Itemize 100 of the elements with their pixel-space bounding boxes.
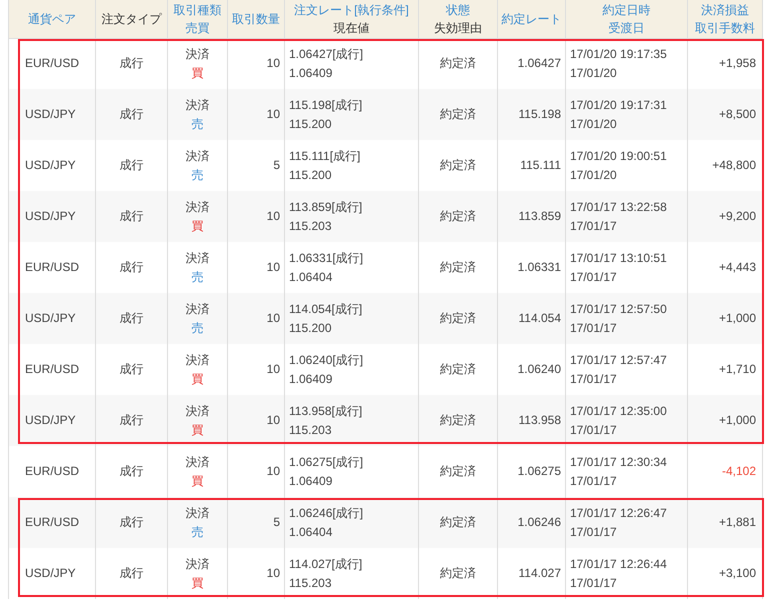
column-header: 注文タイプ xyxy=(102,10,162,28)
current-rate: 1.06404 xyxy=(289,524,332,540)
trade-side: 買 xyxy=(192,472,204,490)
order-type: 成行 xyxy=(120,310,144,327)
order-type: 成行 xyxy=(120,208,144,225)
order-status: 約定済 xyxy=(440,310,476,327)
fill-time: 17/01/17 13:10:51 xyxy=(570,250,667,266)
quantity: 5 xyxy=(273,157,280,174)
trade-side: 買 xyxy=(192,218,204,234)
settle-date: 17/01/17 xyxy=(570,574,617,592)
column-header: 失効理由 xyxy=(434,20,482,37)
order-status: 約定済 xyxy=(440,55,476,72)
trade-side: 売 xyxy=(192,116,204,132)
profit-loss: +8,500 xyxy=(718,106,756,123)
trade-type: 決済 xyxy=(186,352,210,368)
currency-pair: USD/JPY xyxy=(25,106,76,123)
fill-rate: 113.859 xyxy=(518,208,561,225)
fill-time: 17/01/17 13:22:58 xyxy=(570,198,667,216)
profit-loss: +48,800 xyxy=(712,157,756,174)
current-rate: 115.200 xyxy=(289,320,332,336)
sort-link[interactable]: 状態 xyxy=(446,0,470,19)
quantity: 10 xyxy=(266,106,280,123)
fill-rate: 1.06240 xyxy=(518,361,561,378)
settle-date: 17/01/20 xyxy=(570,116,617,132)
profit-loss: -4,102 xyxy=(722,463,756,480)
settle-date: 17/01/20 xyxy=(570,64,617,82)
fill-time: 17/01/17 12:26:47 xyxy=(570,504,667,522)
settle-date: 17/01/17 xyxy=(570,268,617,286)
currency-pair: USD/JPY xyxy=(25,310,76,327)
currency-pair: EUR/USD xyxy=(25,361,80,378)
settle-date: 17/01/17 xyxy=(570,422,617,438)
order-status: 約定済 xyxy=(440,565,476,582)
fill-time: 17/01/20 19:17:31 xyxy=(570,96,667,114)
order-rate: 113.958[成行] xyxy=(289,402,362,420)
order-type: 成行 xyxy=(120,259,144,276)
order-rate: 115.198[成行] xyxy=(289,96,362,114)
order-type: 成行 xyxy=(120,157,144,174)
order-rate: 115.111[成行] xyxy=(289,148,360,164)
profit-loss: +1,000 xyxy=(718,310,756,327)
fill-rate: 1.06246 xyxy=(518,514,561,531)
order-rate: 1.06240[成行] xyxy=(289,352,364,368)
fill-time: 17/01/17 12:57:47 xyxy=(570,352,667,368)
fill-rate: 1.06427 xyxy=(518,55,561,72)
settle-date: 17/01/20 xyxy=(570,166,617,184)
trade-side: 買 xyxy=(192,64,204,82)
fill-time: 17/01/20 19:00:51 xyxy=(570,148,667,164)
settle-date: 17/01/17 xyxy=(570,218,617,234)
current-rate: 115.200 xyxy=(289,116,332,132)
order-rate: 114.027[成行] xyxy=(289,556,362,572)
currency-pair: USD/JPY xyxy=(25,157,76,174)
order-type: 成行 xyxy=(120,514,144,531)
order-status: 約定済 xyxy=(440,463,476,480)
fill-rate: 114.027 xyxy=(518,565,561,582)
sort-link[interactable]: 決済損益 xyxy=(701,0,749,19)
sort-link[interactable]: 売買 xyxy=(186,18,210,37)
quantity: 10 xyxy=(266,565,280,582)
quantity: 10 xyxy=(266,310,280,327)
order-rate: 1.06331[成行] xyxy=(289,250,364,266)
currency-pair: EUR/USD xyxy=(25,259,80,276)
trade-type: 決済 xyxy=(186,198,210,216)
currency-pair: USD/JPY xyxy=(25,565,76,582)
order-status: 約定済 xyxy=(440,259,476,276)
quantity: 10 xyxy=(266,463,280,480)
current-rate: 115.203 xyxy=(289,422,332,438)
trade-side: 売 xyxy=(192,524,204,540)
sort-link[interactable]: 取引手数料 xyxy=(695,18,755,37)
currency-pair: EUR/USD xyxy=(25,55,80,72)
trade-side: 売 xyxy=(192,320,204,336)
settle-date: 17/01/17 xyxy=(570,370,617,388)
sort-link[interactable]: 約定日時 xyxy=(602,0,650,19)
current-rate: 115.203 xyxy=(289,218,332,234)
order-type: 成行 xyxy=(120,463,144,480)
currency-pair: EUR/USD xyxy=(25,463,80,480)
fill-rate: 114.054 xyxy=(518,310,561,327)
current-rate: 1.06409 xyxy=(289,472,332,490)
currency-pair: USD/JPY xyxy=(25,412,76,429)
trade-type: 決済 xyxy=(186,46,210,63)
trade-type: 決済 xyxy=(186,148,210,164)
order-status: 約定済 xyxy=(440,412,476,429)
trade-side: 買 xyxy=(192,422,204,438)
trade-side: 買 xyxy=(192,574,204,592)
current-rate: 115.203 xyxy=(289,574,332,592)
fill-rate: 1.06275 xyxy=(518,463,561,480)
fill-time: 17/01/17 12:57:50 xyxy=(570,300,667,318)
sort-link[interactable]: 取引種類 xyxy=(174,0,222,19)
currency-pair: EUR/USD xyxy=(25,514,80,531)
quantity: 10 xyxy=(266,55,280,72)
trade-type: 決済 xyxy=(186,454,210,470)
sort-link[interactable]: 受渡日 xyxy=(608,18,644,37)
trade-type: 決済 xyxy=(186,300,210,318)
order-rate: 114.054[成行] xyxy=(289,300,362,318)
fill-time: 17/01/17 12:26:44 xyxy=(570,556,667,572)
order-rate: 1.06246[成行] xyxy=(289,504,364,522)
sort-link[interactable]: 注文レート[執行条件] xyxy=(294,0,409,19)
fill-time: 17/01/17 12:35:00 xyxy=(570,402,667,420)
order-rate: 1.06275[成行] xyxy=(289,454,364,470)
profit-loss: +3,100 xyxy=(718,565,756,582)
quantity: 10 xyxy=(266,361,280,378)
trade-type: 決済 xyxy=(186,250,210,266)
quantity: 10 xyxy=(266,208,280,225)
